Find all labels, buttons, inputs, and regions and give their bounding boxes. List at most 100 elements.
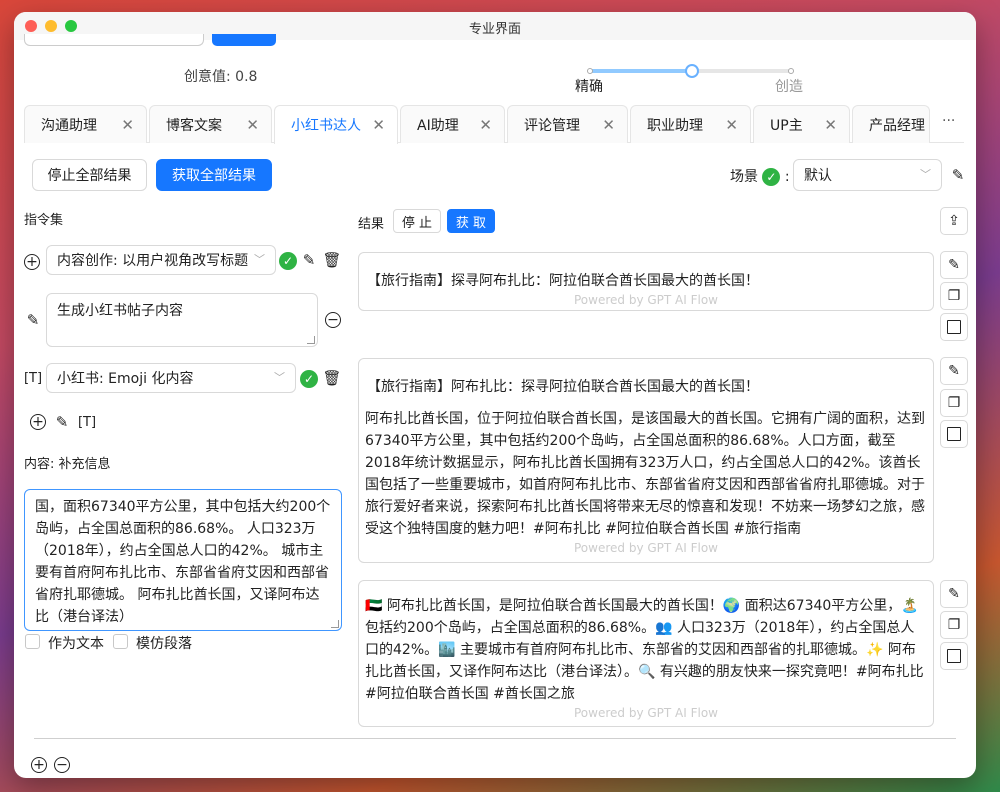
add-step-icon[interactable]: +: [30, 414, 46, 430]
tab-bar: 沟通助理 ✕ 博客文案 ✕ 小红书达人 ✕ AI助理 ✕ 评论管理 ✕ 职业助理…: [24, 105, 964, 144]
tab-label: 职业助理: [647, 117, 703, 134]
scene-select-value: 默认: [804, 168, 832, 184]
slider-fill: [589, 69, 692, 73]
app-window: 专业界面 创意值: 0.8 精确 创造 沟通助理 ✕ 博客文案 ✕ 小红书达人 …: [14, 12, 976, 778]
edit-icon[interactable]: ✎: [940, 580, 968, 608]
close-icon[interactable]: ✕: [121, 116, 134, 134]
remove-row-icon[interactable]: −: [54, 757, 70, 773]
api-key-input[interactable]: [24, 34, 204, 46]
scene-label-text: 场景: [730, 169, 758, 185]
command-select-1-value: 内容创作: 以用户视角改写标题: [57, 253, 249, 269]
confirm-button[interactable]: [212, 34, 276, 46]
slider-max-dot: [788, 68, 794, 74]
copy-icon[interactable]: ❐: [940, 282, 968, 310]
scene-colon: :: [784, 169, 790, 185]
tab-label: 博客文案: [166, 117, 222, 134]
tab-label: 评论管理: [524, 117, 580, 134]
results-label: 结果: [358, 217, 385, 232]
slider-label-precise: 精确: [575, 79, 603, 95]
edit-icon[interactable]: ✎: [300, 250, 318, 270]
trash-icon[interactable]: 🗑: [322, 250, 341, 270]
select-checkbox[interactable]: [940, 420, 968, 448]
command-select-1[interactable]: 内容创作: 以用户视角改写标题 ﹀: [46, 245, 276, 275]
share-icon[interactable]: ⇪: [940, 207, 968, 235]
tab-label: 产品经理: [869, 117, 925, 134]
imitate-paragraph-checkbox[interactable]: [113, 634, 128, 649]
edit-icon[interactable]: ✎: [940, 357, 968, 385]
result-text: 阿布扎比酋长国，位于阿拉伯联合酋长国，是该国最大的酋长国。它拥有广阔的面积，达到…: [365, 411, 925, 537]
tab-communication[interactable]: 沟通助理 ✕: [24, 105, 147, 143]
select-checkbox[interactable]: [940, 313, 968, 341]
result-card: 🇦🇪 阿布扎比酋长国，是阿拉伯联合酋长国最大的酋长国！🌍 面积达67340平方公…: [358, 580, 934, 727]
check-icon: ✓: [300, 370, 318, 388]
close-icon[interactable]: ✕: [824, 116, 837, 134]
edit-icon[interactable]: ✎: [940, 251, 968, 279]
content-label: 内容: 补充信息: [24, 457, 111, 472]
close-icon[interactable]: ✕: [479, 116, 492, 134]
close-icon[interactable]: ✕: [246, 116, 259, 134]
powered-by-label: Powered by GPT AI Flow: [574, 706, 718, 720]
command-select-2-value: 小红书: Emoji 化内容: [57, 371, 194, 387]
close-icon[interactable]: ✕: [602, 116, 615, 134]
tab-up-master[interactable]: UP主 ✕: [753, 105, 850, 143]
result-card: 【旅行指南】探寻阿布扎比：阿拉伯联合酋长国最大的酋长国！ Powered by …: [358, 252, 934, 311]
checkbox-square-icon: [947, 320, 961, 334]
result-card: 【旅行指南】阿布扎比：探寻阿拉伯联合酋长国最大的酋长国！ 阿布扎比酋长国，位于阿…: [358, 358, 934, 563]
scene-label: 场景 ✓ :: [730, 166, 790, 186]
tab-ai-assistant[interactable]: AI助理 ✕: [400, 105, 505, 143]
get-button[interactable]: 获 取: [447, 209, 495, 233]
scene-select[interactable]: 默认 ﹀: [793, 159, 942, 191]
tab-label: 沟通助理: [41, 117, 97, 134]
content-text: 国，面积67340平方公里，其中包括大约200个岛屿，占全国总面积的86.68%…: [35, 499, 331, 625]
creativity-label: 创意值: 0.8: [184, 69, 258, 85]
checkbox-square-icon: [947, 427, 961, 441]
copy-icon[interactable]: ❐: [940, 389, 968, 417]
content-textarea[interactable]: 国，面积67340平方公里，其中包括大约200个岛屿，占全国总面积的86.68%…: [24, 489, 342, 631]
creativity-slider[interactable]: [587, 62, 794, 82]
powered-by-label: Powered by GPT AI Flow: [574, 293, 718, 307]
prompt-textarea[interactable]: 生成小红书帖子内容: [46, 293, 318, 347]
prompt-text: 生成小红书帖子内容: [57, 303, 183, 319]
select-checkbox[interactable]: [940, 642, 968, 670]
remove-prompt-icon[interactable]: −: [325, 312, 341, 328]
add-command-icon[interactable]: +: [24, 254, 40, 270]
add-row-icon[interactable]: +: [31, 757, 47, 773]
close-icon[interactable]: ✕: [372, 116, 385, 134]
tab-comments[interactable]: 评论管理 ✕: [507, 105, 628, 143]
close-icon[interactable]: ✕: [725, 116, 738, 134]
resize-grip[interactable]: [307, 336, 315, 344]
tab-career[interactable]: 职业助理 ✕: [630, 105, 751, 143]
result-text: 🇦🇪 阿布扎比酋长国，是阿拉伯联合酋长国最大的酋长国！🌍 面积达67340平方公…: [365, 598, 924, 702]
checkbox-square-icon: [947, 649, 961, 663]
tab-label: 小红书达人: [291, 118, 361, 134]
tab-blog[interactable]: 博客文案 ✕: [149, 105, 272, 143]
as-text-checkbox[interactable]: [25, 634, 40, 649]
slider-min-dot: [587, 68, 593, 74]
more-tabs-icon[interactable]: ···: [942, 113, 955, 129]
slider-handle[interactable]: [685, 64, 699, 78]
text-block-icon[interactable]: [T]: [24, 368, 42, 388]
check-icon: ✓: [762, 168, 781, 186]
edit-step-icon[interactable]: ✎: [53, 412, 71, 432]
copy-icon[interactable]: ❐: [940, 611, 968, 639]
edit-prompt-icon[interactable]: ✎: [24, 310, 42, 330]
tab-label: AI助理: [417, 117, 459, 134]
stop-all-button[interactable]: 停止全部结果: [32, 159, 147, 191]
get-all-button[interactable]: 获取全部结果: [156, 159, 272, 191]
chevron-down-icon: ﹀: [254, 253, 265, 267]
chevron-down-icon: ﹀: [920, 168, 931, 182]
creativity-area: 创意值: 0.8 精确 创造: [14, 34, 976, 100]
tab-label: UP主: [770, 117, 803, 134]
tab-xiaohongshu[interactable]: 小红书达人 ✕: [274, 105, 398, 144]
trash-icon[interactable]: 🗑: [322, 368, 341, 388]
as-text-label: 作为文本: [48, 636, 104, 652]
tab-product-manager[interactable]: 产品经理: [852, 105, 930, 143]
chevron-down-icon: ﹀: [274, 371, 285, 385]
add-text-block-icon[interactable]: [T]: [76, 412, 98, 432]
resize-grip[interactable]: [331, 620, 339, 628]
command-select-2[interactable]: 小红书: Emoji 化内容 ﹀: [46, 363, 296, 393]
stop-button[interactable]: 停 止: [393, 209, 441, 233]
edit-scene-icon[interactable]: ✎: [948, 165, 968, 185]
slider-label-creative: 创造: [775, 79, 803, 95]
check-icon: ✓: [279, 252, 297, 270]
